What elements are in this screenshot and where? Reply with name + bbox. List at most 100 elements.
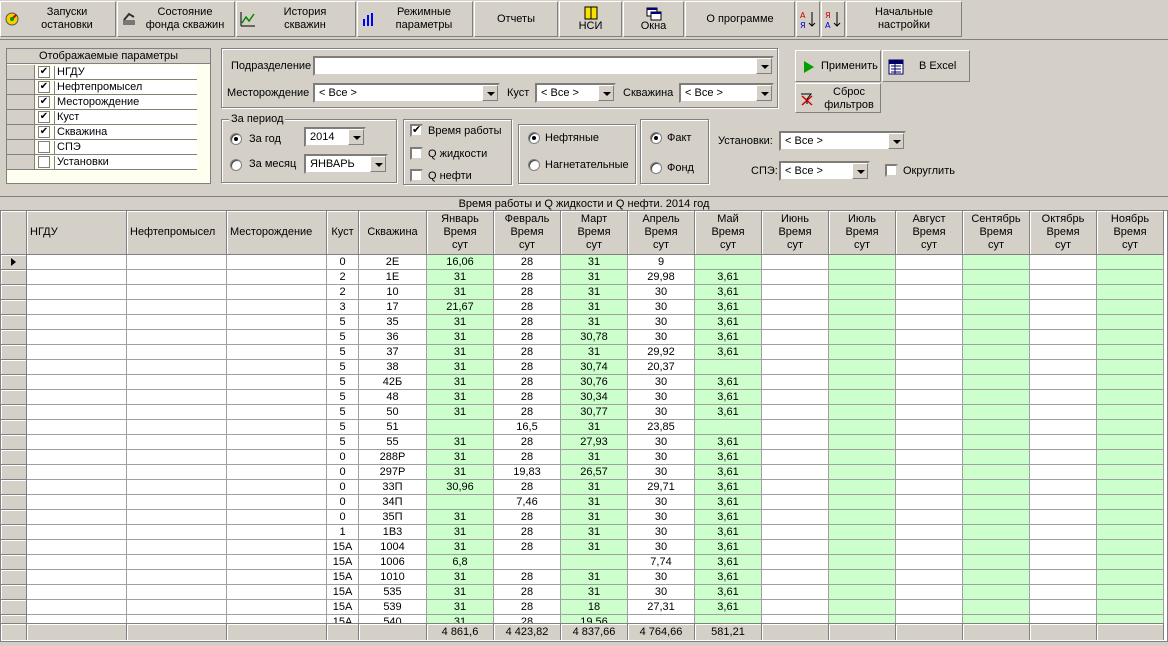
table-cell[interactable]: [1030, 255, 1097, 270]
row-indicator[interactable]: [1, 540, 27, 555]
table-cell[interactable]: 3,61: [695, 390, 762, 405]
table-cell[interactable]: [1097, 450, 1164, 465]
table-cell[interactable]: 539: [359, 600, 427, 615]
table-cell[interactable]: [762, 435, 829, 450]
table-cell[interactable]: 28: [494, 405, 561, 420]
table-cell[interactable]: [1097, 315, 1164, 330]
row-indicator[interactable]: [1, 375, 27, 390]
table-cell[interactable]: [829, 555, 896, 570]
table-cell[interactable]: 28: [494, 285, 561, 300]
table-cell[interactable]: [1097, 480, 1164, 495]
table-cell[interactable]: [963, 390, 1030, 405]
table-cell[interactable]: 535: [359, 585, 427, 600]
table-cell[interactable]: [896, 375, 963, 390]
table-cell[interactable]: 2: [327, 270, 359, 285]
table-cell[interactable]: [127, 540, 227, 555]
fact-radio[interactable]: [650, 132, 662, 144]
table-cell[interactable]: [896, 255, 963, 270]
table-cell[interactable]: 48: [359, 390, 427, 405]
row-indicator[interactable]: [1, 600, 27, 615]
table-cell[interactable]: [963, 435, 1030, 450]
table-cell[interactable]: [896, 540, 963, 555]
table-cell[interactable]: 28: [494, 360, 561, 375]
table-cell[interactable]: 3,61: [695, 585, 762, 600]
table-cell[interactable]: 28: [494, 435, 561, 450]
table-cell[interactable]: 30: [628, 375, 695, 390]
table-cell[interactable]: 31: [561, 510, 628, 525]
table-cell[interactable]: [762, 525, 829, 540]
table-cell[interactable]: [127, 345, 227, 360]
table-cell[interactable]: 15А: [327, 570, 359, 585]
table-cell[interactable]: [27, 465, 127, 480]
table-cell[interactable]: [963, 375, 1030, 390]
table-cell[interactable]: 5: [327, 405, 359, 420]
table-cell[interactable]: 30,76: [561, 375, 628, 390]
table-cell[interactable]: [1030, 525, 1097, 540]
table-cell[interactable]: [1097, 330, 1164, 345]
table-cell[interactable]: [1030, 375, 1097, 390]
table-cell[interactable]: 0: [327, 255, 359, 270]
table-cell[interactable]: [829, 420, 896, 435]
row-indicator[interactable]: [1, 525, 27, 540]
about-button[interactable]: О программе: [685, 1, 795, 37]
nsi-button[interactable]: НСИ: [559, 1, 622, 37]
table-cell[interactable]: [762, 405, 829, 420]
table-cell[interactable]: 3,61: [695, 345, 762, 360]
table-cell[interactable]: 30: [628, 390, 695, 405]
table-cell[interactable]: [227, 255, 327, 270]
table-cell[interactable]: [829, 450, 896, 465]
table-cell[interactable]: [829, 345, 896, 360]
table-cell[interactable]: 3,61: [695, 465, 762, 480]
row-indicator[interactable]: [1, 270, 27, 285]
table-cell[interactable]: [127, 315, 227, 330]
table-cell[interactable]: 3,61: [695, 510, 762, 525]
table-cell[interactable]: 35П: [359, 510, 427, 525]
table-cell[interactable]: 2Е: [359, 255, 427, 270]
column-header[interactable]: Март Время сут: [561, 211, 628, 255]
table-cell[interactable]: [1030, 360, 1097, 375]
table-cell[interactable]: 3,61: [695, 405, 762, 420]
table-cell[interactable]: 1Е: [359, 270, 427, 285]
table-cell[interactable]: 30: [628, 330, 695, 345]
table-cell[interactable]: [762, 330, 829, 345]
table-cell[interactable]: 31: [427, 270, 494, 285]
table-cell[interactable]: [127, 270, 227, 285]
param-checkbox[interactable]: ✔: [38, 81, 50, 93]
table-cell[interactable]: [127, 360, 227, 375]
table-cell[interactable]: [27, 360, 127, 375]
reset-filters-button[interactable]: Сброс фильтров: [795, 83, 881, 113]
table-cell[interactable]: 31: [561, 285, 628, 300]
table-cell[interactable]: 3,61: [695, 315, 762, 330]
param-checkbox[interactable]: ✔: [38, 96, 50, 108]
well-select[interactable]: < Все >: [679, 83, 774, 103]
table-cell[interactable]: 1006: [359, 555, 427, 570]
table-cell[interactable]: 36: [359, 330, 427, 345]
table-cell[interactable]: 5: [327, 330, 359, 345]
row-indicator[interactable]: [1, 315, 27, 330]
table-cell[interactable]: [1030, 300, 1097, 315]
table-cell[interactable]: 28: [494, 510, 561, 525]
table-cell[interactable]: 30,74: [561, 360, 628, 375]
table-cell[interactable]: [27, 300, 127, 315]
table-cell[interactable]: [762, 465, 829, 480]
table-cell[interactable]: 31: [427, 450, 494, 465]
table-cell[interactable]: [762, 375, 829, 390]
row-indicator[interactable]: [1, 345, 27, 360]
column-header[interactable]: Нефтепромысел: [127, 211, 227, 255]
table-cell[interactable]: 31: [561, 255, 628, 270]
month-select[interactable]: ЯНВАРЬ: [304, 154, 388, 174]
table-cell[interactable]: [27, 315, 127, 330]
sort-desc-button[interactable]: ЯА: [821, 1, 845, 37]
table-cell[interactable]: [963, 555, 1030, 570]
table-cell[interactable]: 33П: [359, 480, 427, 495]
table-cell[interactable]: 3,61: [695, 525, 762, 540]
table-cell[interactable]: 30: [628, 495, 695, 510]
row-indicator[interactable]: [1, 510, 27, 525]
table-cell[interactable]: [896, 600, 963, 615]
table-cell[interactable]: [963, 300, 1030, 315]
table-cell[interactable]: [963, 315, 1030, 330]
table-cell[interactable]: 28: [494, 570, 561, 585]
table-cell[interactable]: 28: [494, 390, 561, 405]
table-cell[interactable]: [1030, 345, 1097, 360]
table-cell[interactable]: [963, 285, 1030, 300]
